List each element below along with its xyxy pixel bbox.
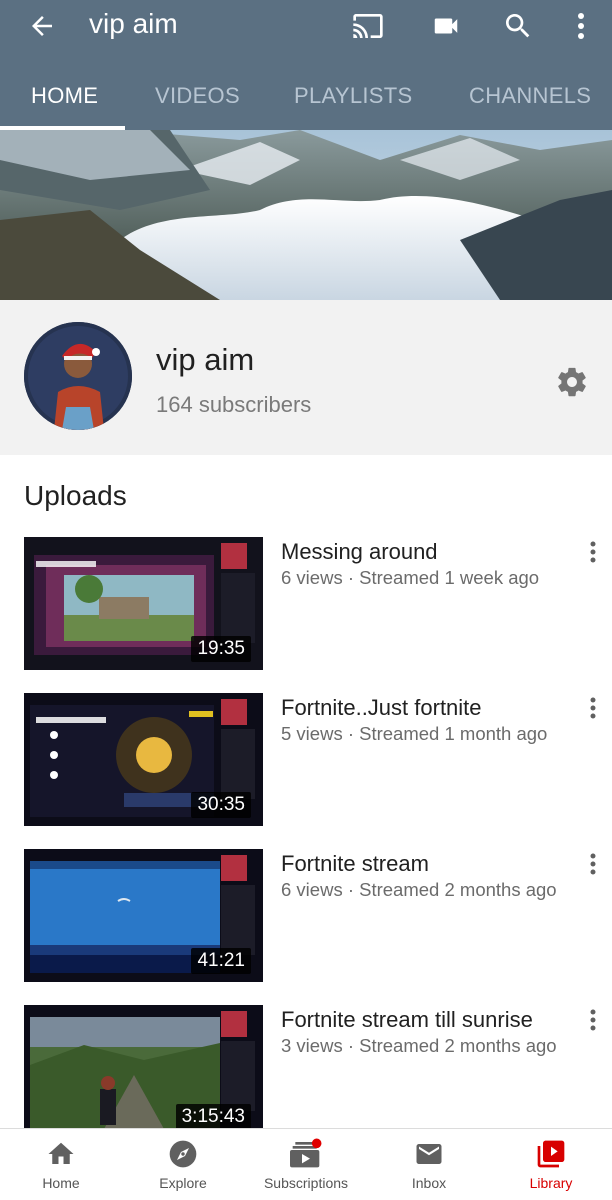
channel-header: vip aim 164 subscribers [0, 300, 612, 455]
video-duration: 19:35 [191, 636, 251, 662]
library-icon [490, 1137, 612, 1171]
compass-icon [122, 1137, 244, 1171]
toolbar: vip aim [0, 0, 612, 52]
nav-subscriptions[interactable]: Subscriptions [245, 1129, 367, 1200]
channel-name: vip aim [156, 342, 255, 377]
video-thumbnail[interactable]: 41:21 [24, 849, 263, 982]
nav-library[interactable]: Library [490, 1129, 612, 1200]
channel-banner [0, 130, 612, 300]
cast-icon[interactable] [348, 6, 388, 46]
channel-title: vip aim [89, 8, 178, 39]
video-thumbnail[interactable]: 3:15:43 [24, 1005, 263, 1138]
nav-label: Explore [159, 1175, 207, 1191]
more-vert-icon[interactable] [582, 693, 604, 723]
tab-playlists[interactable]: PLAYLISTS [294, 62, 412, 130]
back-arrow-icon[interactable] [22, 6, 62, 46]
video-duration: 30:35 [191, 792, 251, 818]
tab-home[interactable]: HOME [31, 62, 98, 130]
video-title[interactable]: Fortnite stream till sunrise [281, 1007, 533, 1033]
list-item[interactable]: 3:15:43 Fortnite stream till sunrise 3 v… [0, 1005, 612, 1139]
more-vert-icon[interactable] [582, 1005, 604, 1035]
list-item[interactable]: 19:35 Messing around 6 views · Streamed … [0, 537, 612, 671]
video-thumbnail[interactable]: 30:35 [24, 693, 263, 826]
list-item[interactable]: 30:35 Fortnite..Just fortnite 5 views · … [0, 693, 612, 827]
nav-explore[interactable]: Explore [122, 1129, 244, 1200]
video-thumbnail[interactable]: 19:35 [24, 537, 263, 670]
video-meta: 5 views · Streamed 1 month ago [281, 723, 548, 744]
video-duration: 3:15:43 [175, 1104, 251, 1130]
tab-channels[interactable]: CHANNELS [469, 62, 591, 130]
more-vert-icon[interactable] [566, 6, 596, 46]
video-camera-icon[interactable] [426, 6, 466, 46]
nav-label: Library [529, 1175, 573, 1191]
video-meta: 6 views · Streamed 2 months ago [281, 879, 557, 900]
tab-videos[interactable]: VIDEOS [155, 62, 240, 130]
list-item[interactable]: 41:21 Fortnite stream 6 views · Streamed… [0, 849, 612, 983]
more-vert-icon[interactable] [582, 849, 604, 879]
video-title[interactable]: Fortnite stream [281, 851, 429, 877]
video-meta: 3 views · Streamed 2 months ago [281, 1035, 557, 1056]
uploads-heading: Uploads [24, 480, 127, 511]
nav-label: Home [42, 1175, 80, 1191]
avatar[interactable] [24, 322, 132, 430]
inbox-mail-icon [368, 1137, 490, 1171]
gear-icon[interactable] [552, 362, 592, 402]
nav-inbox[interactable]: Inbox [368, 1129, 490, 1200]
nav-label: Subscriptions [263, 1175, 349, 1191]
more-vert-icon[interactable] [582, 537, 604, 567]
bottom-navigation: Home Explore Subscriptions Inbox Library [0, 1128, 612, 1200]
video-meta: 6 views · Streamed 1 week ago [281, 567, 540, 588]
nav-label: Inbox [411, 1175, 447, 1191]
video-duration: 41:21 [191, 948, 251, 974]
subscriber-count: 164 subscribers [156, 392, 312, 417]
video-title[interactable]: Fortnite..Just fortnite [281, 695, 482, 721]
video-title[interactable]: Messing around [281, 539, 438, 565]
channel-tabs: HOME VIDEOS PLAYLISTS CHANNELS [0, 62, 612, 130]
nav-home[interactable]: Home [0, 1129, 122, 1200]
app-bar: vip aim HOME VIDEOS PLAYLISTS CHANNELS [0, 0, 612, 130]
home-icon [0, 1137, 122, 1171]
search-icon[interactable] [498, 6, 538, 46]
subscriptions-icon [245, 1137, 367, 1171]
